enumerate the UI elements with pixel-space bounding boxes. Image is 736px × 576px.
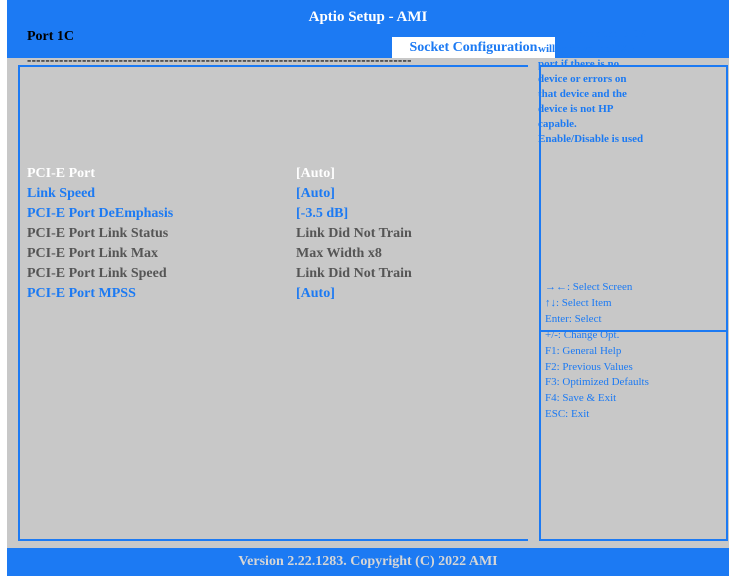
help-line: In auto mode the BIOS — [538, 28, 647, 40]
setting-pcie-deemphasis[interactable]: PCI-E Port DeEmphasis [-3.5 dB] — [27, 204, 507, 224]
info-link-speed: PCI-E Port Link Speed Link Did Not Train — [27, 264, 507, 284]
setting-pcie-mpss[interactable]: PCI-E Port MPSS [Auto] — [27, 284, 507, 304]
setting-label: PCI-E Port — [27, 166, 96, 181]
help-line: port if there is no — [538, 58, 620, 70]
setting-label: PCI-E Port MPSS — [27, 286, 136, 301]
setting-value[interactable]: [Auto] — [296, 166, 335, 182]
help-description: In auto mode the BIOS will remove the EX… — [538, 27, 718, 147]
setting-link-speed[interactable]: Link Speed [Auto] — [27, 184, 507, 204]
key-hint-select-item: ↑↓: Select Item — [545, 296, 612, 309]
section-separator: ----------------------------------------… — [27, 52, 412, 67]
info-label: PCI-E Port Link Speed — [27, 266, 167, 281]
section-title: Port 1C — [27, 29, 75, 44]
info-link-status: PCI-E Port Link Status Link Did Not Trai… — [27, 224, 507, 244]
info-label: PCI-E Port Link Max — [27, 246, 159, 261]
help-line: device is not HP — [538, 103, 614, 115]
info-link-max: PCI-E Port Link Max Max Width x8 — [27, 244, 507, 264]
info-value: Link Did Not Train — [296, 266, 412, 281]
key-hint-exit: ESC: Exit — [545, 408, 590, 421]
help-line: capable. — [538, 118, 577, 130]
help-line: Enable/Disable is used — [538, 133, 644, 145]
key-hint-optimized-defaults: F3: Optimized Defaults — [545, 376, 649, 389]
help-line: that device and the — [538, 88, 627, 100]
setting-value[interactable]: [Auto] — [296, 286, 335, 302]
footer: Version 2.22.1283. Copyright (C) 2022 AM… — [7, 548, 729, 576]
help-line: will remove the EXP — [538, 43, 635, 55]
setting-pcie-port[interactable]: PCI-E Port [Auto] — [27, 164, 507, 184]
help-line: device or errors on — [538, 73, 627, 85]
setting-value[interactable]: [-3.5 dB] — [296, 206, 348, 222]
key-hint-select-screen: →←: Select Screen — [545, 281, 633, 293]
version-text: Version 2.22.1283. Copyright (C) 2022 AM… — [238, 554, 498, 569]
key-hint-save-exit: F4: Save & Exit — [545, 392, 617, 405]
info-value: Link Did Not Train — [296, 226, 412, 241]
setting-label: Link Speed — [27, 186, 96, 201]
key-hint-general-help: F1: General Help — [545, 344, 622, 357]
setting-value[interactable]: [Auto] — [296, 186, 335, 202]
setting-label: PCI-E Port DeEmphasis — [27, 206, 174, 221]
key-hint-change-opt: +/-: Change Opt. — [545, 328, 620, 341]
info-label: PCI-E Port Link Status — [27, 226, 169, 241]
info-value: Max Width x8 — [296, 246, 382, 261]
key-hint-enter: Enter: Select — [545, 312, 602, 325]
key-legend: →←: Select Screen ↑↓: Select Item Enter:… — [545, 280, 721, 423]
key-hint-previous-values: F2: Previous Values — [545, 360, 633, 373]
app-title: Aptio Setup - AMI — [308, 8, 428, 25]
